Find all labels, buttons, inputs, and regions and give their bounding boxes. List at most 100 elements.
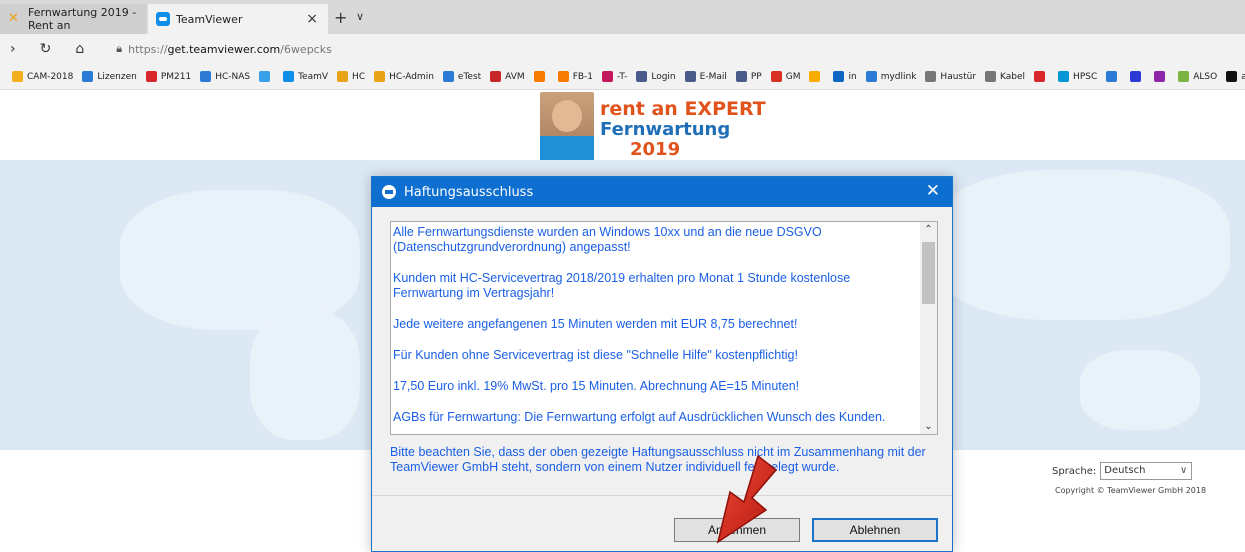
favorite-item[interactable] (259, 71, 274, 82)
favorite-item[interactable] (1034, 71, 1049, 82)
favorite-item[interactable]: -T- (602, 71, 627, 82)
favorite-item[interactable]: CAM-2018 (12, 71, 73, 82)
favorite-item[interactable]: eTest (442, 71, 482, 82)
favorite-label: -T- (617, 71, 628, 82)
favorite-icon (12, 71, 23, 82)
favorite-label: ALSO (1193, 71, 1218, 82)
favorite-item[interactable]: TeamV (283, 71, 328, 82)
favorite-item[interactable]: Haustür (925, 71, 976, 82)
logo-line3: 2019 (630, 139, 681, 160)
favorite-icon (602, 71, 614, 82)
favorite-label: PP (750, 71, 762, 82)
favorite-item[interactable]: api (1226, 71, 1245, 82)
scrollbar[interactable]: ⌃ ⌄ (920, 222, 937, 434)
disclaimer-paragraph: Für Kunden ohne Servicevertrag ist diese… (393, 348, 798, 362)
disclaimer-paragraph: Jede weitere angefangenen 15 Minuten wer… (393, 317, 798, 331)
disclaimer-textbox[interactable]: Alle Fernwartungsdienste wurden an Windo… (390, 221, 938, 435)
favorite-item[interactable]: PM211 (145, 71, 192, 82)
favorite-item[interactable] (1130, 71, 1145, 82)
favorite-item[interactable]: in (833, 71, 857, 82)
url-path: /6wepcks (280, 42, 332, 56)
disclaimer-paragraph: 17,50 Euro inkl. 19% MwSt. pro 15 Minute… (393, 379, 800, 393)
favorite-label: mydlink (880, 71, 917, 82)
logo-line2: Fernwartung (600, 119, 731, 140)
favorite-icon (145, 71, 157, 82)
dialog-title: Haftungsausschluss (404, 184, 534, 200)
favorite-icon (442, 71, 454, 82)
language-selector: Sprache: Deutsch ∨ (1052, 462, 1193, 480)
scroll-down-icon[interactable]: ⌄ (920, 421, 937, 432)
rent-an-expert-favicon-icon: ✕ (8, 11, 19, 26)
favorite-item[interactable]: PP (735, 71, 762, 82)
favorite-label: Lizenzen (97, 71, 137, 82)
favorite-item[interactable]: mydlink (865, 71, 917, 82)
favorite-icon (1226, 71, 1238, 82)
scroll-up-icon[interactable]: ⌃ (920, 224, 937, 235)
favorite-item[interactable]: Lizenzen (82, 71, 137, 82)
favorite-label: eTest (457, 71, 482, 82)
favorite-icon (200, 71, 212, 82)
tab-close-icon[interactable]: × (306, 11, 318, 27)
copyright-text: Copyright © TeamViewer GmbH 2018 (1055, 486, 1207, 495)
tab-menu-chevron-icon[interactable]: ∨ (356, 10, 364, 23)
favorite-label: HPSC (1073, 71, 1098, 82)
favorite-label: HC-Admin (389, 71, 434, 82)
favorite-label: PM211 (160, 71, 192, 82)
favorite-icon (82, 71, 94, 82)
favorite-icon (1058, 71, 1070, 82)
logo-line1: rent an EXPERT (600, 98, 766, 120)
refresh-icon[interactable]: ↻ (40, 41, 52, 57)
favorite-label: HC (352, 71, 366, 82)
favorite-icon (283, 71, 295, 82)
page-header: rent an EXPERT Fernwartung 2019 (0, 90, 1245, 160)
favorite-item[interactable]: ALSO (1178, 71, 1217, 82)
favorite-icon (1130, 71, 1142, 82)
favorite-label: Haustür (940, 71, 977, 82)
scroll-thumb[interactable] (922, 242, 935, 304)
favorite-item[interactable]: HC-NAS (200, 71, 250, 82)
chevron-down-icon: ∨ (1179, 465, 1188, 476)
teamviewer-favicon-icon (156, 12, 170, 26)
language-select[interactable]: Deutsch ∨ (1100, 462, 1193, 480)
favorite-item[interactable]: AVM (490, 71, 525, 82)
favorite-item[interactable]: FB-1 (557, 71, 593, 82)
disclaimer-paragraph: AGBs für Fernwartung: Die Fernwartung er… (393, 410, 886, 424)
url-host: get.teamviewer.com (167, 42, 281, 56)
favorite-icon (684, 71, 696, 82)
favorite-icon (1034, 71, 1046, 82)
language-label: Sprache: (1052, 465, 1097, 477)
screen: ✕ Fernwartung 2019 - Rent an TeamViewer … (0, 0, 1245, 552)
new-tab-icon[interactable]: + (334, 8, 347, 27)
favorite-item[interactable] (1154, 71, 1169, 82)
url-field[interactable]: https://get.teamviewer.com/6wepcks (128, 43, 332, 56)
favorite-item[interactable]: Kabel (985, 71, 1025, 82)
tab-rent-an-expert[interactable]: ✕ Fernwartung 2019 - Rent an (0, 4, 146, 34)
favorite-item[interactable]: Login (636, 71, 676, 82)
favorite-item[interactable]: HPSC (1058, 71, 1097, 82)
favorite-item[interactable]: HC-Admin (374, 71, 434, 82)
favorite-icon (735, 71, 747, 82)
home-icon[interactable]: ⌂ (75, 41, 84, 57)
decline-button[interactable]: Ablehnen (812, 518, 938, 542)
tab-title: TeamViewer (176, 12, 243, 26)
rent-an-expert-logo: rent an EXPERT Fernwartung 2019 (540, 92, 766, 160)
favorite-label: E-Mail (699, 71, 727, 82)
favorite-icon (985, 71, 997, 82)
favorite-label: AVM (505, 71, 525, 82)
favorite-icon (557, 71, 569, 82)
favorite-item[interactable] (533, 71, 549, 82)
favorite-item[interactable] (809, 71, 824, 82)
forward-icon[interactable]: › (10, 41, 16, 57)
dialog-close-icon[interactable]: ✕ (926, 181, 940, 201)
favorite-item[interactable]: GM (770, 71, 800, 82)
favorite-icon (809, 71, 821, 82)
disclaimer-text: Alle Fernwartungsdienste wurden an Windo… (393, 225, 921, 434)
favorite-item[interactable]: E-Mail (684, 71, 727, 82)
favorite-item[interactable]: HC (337, 71, 365, 82)
favorite-label: in (848, 71, 857, 82)
tab-teamviewer[interactable]: TeamViewer × (148, 4, 328, 34)
favorite-icon (533, 71, 545, 82)
disclaimer-dialog: Haftungsausschluss ✕ Alle Fernwartungsdi… (371, 176, 953, 552)
accept-button[interactable]: Annehmen (674, 518, 800, 542)
favorite-item[interactable] (1106, 71, 1121, 82)
